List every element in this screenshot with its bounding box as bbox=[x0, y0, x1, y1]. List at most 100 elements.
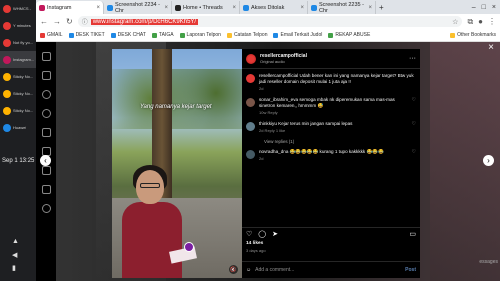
dock-item-label: Y minutes bbox=[13, 23, 31, 28]
bookmark-email-judol[interactable]: Email Terkait Judol bbox=[273, 32, 322, 38]
bookmark-desk-tiket[interactable]: DESK TIKET bbox=[68, 32, 105, 38]
maximize-icon[interactable]: □ bbox=[482, 4, 486, 11]
dock-item[interactable]: Huawei bbox=[0, 119, 36, 136]
bookmark-taiga[interactable]: TAIGA bbox=[151, 32, 174, 38]
dock-item[interactable]: Not fly yo... bbox=[0, 34, 36, 51]
browser-toolbar: ← → ↻ ⓘ www.instagram.com/p/DcH6CK9Kh5Y/… bbox=[36, 14, 500, 29]
create-icon[interactable] bbox=[41, 185, 51, 194]
avatar[interactable] bbox=[246, 53, 256, 64]
tab-screenshot-2234[interactable]: Screenshot 2234 - Chr × bbox=[104, 1, 172, 14]
search-icon[interactable] bbox=[41, 90, 51, 99]
close-icon[interactable]: × bbox=[96, 5, 100, 11]
emoji-icon[interactable]: ☺ bbox=[246, 267, 251, 273]
bookmark-desk-chat[interactable]: DESK CHAT bbox=[110, 32, 146, 38]
folder-icon bbox=[450, 32, 456, 38]
tab-threads[interactable]: Home • Threads × bbox=[172, 1, 240, 14]
post-audio[interactable]: Original audio bbox=[260, 59, 307, 64]
close-icon[interactable]: × bbox=[300, 5, 304, 11]
dock-item[interactable]: Sticky No... bbox=[0, 68, 36, 85]
profile-icon[interactable] bbox=[41, 204, 51, 213]
bookmark-gmail[interactable]: GMAIL bbox=[40, 32, 63, 38]
heart-icon[interactable]: ♡ bbox=[412, 121, 416, 134]
mute-icon[interactable]: 🔇 bbox=[229, 265, 238, 274]
bookmark-catatan-telpon[interactable]: Catatan Telpon bbox=[226, 32, 267, 38]
forward-icon[interactable]: → bbox=[53, 17, 61, 26]
comment-list: resellercampofficial Udah bener kan ini … bbox=[242, 69, 420, 166]
bookmark-rekap-abuse[interactable]: REKAP ABUSE bbox=[328, 32, 370, 38]
bookmark-star-icon[interactable]: ☆ bbox=[452, 18, 458, 26]
extensions-icon[interactable]: ⧉ bbox=[467, 17, 473, 27]
tab-label: Akses Ditolak bbox=[251, 4, 285, 11]
network-icon[interactable]: ▲ bbox=[12, 238, 19, 245]
menu-icon[interactable]: ⋮ bbox=[488, 17, 496, 26]
tab-akses-ditolak[interactable]: Akses Ditolak × bbox=[240, 1, 308, 14]
more-options-icon[interactable]: ··· bbox=[409, 55, 416, 62]
avatar[interactable] bbox=[246, 150, 255, 159]
like-icon[interactable]: ♡ bbox=[246, 230, 252, 238]
dock-item[interactable]: WHMCS - bbox=[0, 0, 36, 17]
dock-item[interactable]: Sticky No... bbox=[0, 102, 36, 119]
tab-screenshot-2235[interactable]: Screenshot 2235 - Chr × bbox=[308, 1, 376, 14]
battery-icon[interactable]: ▮ bbox=[12, 264, 16, 272]
home-icon[interactable] bbox=[41, 71, 51, 80]
instagram-icon bbox=[39, 4, 45, 11]
taiga-icon bbox=[151, 32, 157, 38]
reels-icon[interactable] bbox=[41, 128, 51, 137]
screenshot-icon bbox=[107, 4, 113, 11]
doc-icon bbox=[273, 32, 279, 38]
avatar[interactable] bbox=[246, 98, 255, 107]
reload-icon[interactable]: ↻ bbox=[66, 17, 73, 26]
tab-instagram[interactable]: Instagram × bbox=[36, 1, 104, 14]
dock-item[interactable]: Sticky No... bbox=[0, 85, 36, 102]
app-icon bbox=[3, 72, 11, 81]
address-bar[interactable]: ⓘ www.instagram.com/p/DcH6CK9Kh5Y/ ☆ bbox=[77, 16, 463, 27]
dock-item-label: Sticky No... bbox=[13, 108, 34, 113]
tab-label: Screenshot 2235 - Chr bbox=[319, 1, 364, 14]
other-bookmarks[interactable]: Other Bookmarks bbox=[450, 32, 496, 38]
post-header: resellercampofficial Original audio ··· bbox=[242, 49, 420, 69]
instagram-logo-icon[interactable] bbox=[41, 52, 51, 61]
next-post-icon[interactable]: › bbox=[483, 155, 494, 166]
close-icon[interactable]: × bbox=[232, 5, 236, 11]
back-icon[interactable]: ← bbox=[40, 17, 48, 26]
bookmark-laporan-telpon[interactable]: Laporan Telpon bbox=[179, 32, 221, 38]
save-icon[interactable]: ▭ bbox=[409, 230, 416, 238]
comment-meta: 2d Reply 1 like bbox=[259, 128, 286, 133]
reel-video[interactable]: Yang namanya kejar target 🔇 bbox=[112, 49, 242, 278]
bookmark-label: Laporan Telpon bbox=[186, 32, 221, 38]
profile-icon[interactable]: ● bbox=[478, 17, 483, 26]
post-button[interactable]: Post bbox=[405, 267, 416, 273]
minimize-icon[interactable]: – bbox=[472, 4, 476, 11]
dock-item-active[interactable]: Instagram... bbox=[0, 51, 36, 68]
comment-input[interactable]: Add a comment... bbox=[255, 267, 401, 273]
sheet-icon bbox=[179, 32, 185, 38]
heart-icon[interactable]: ♡ bbox=[412, 149, 416, 162]
new-tab-button[interactable]: + bbox=[376, 3, 387, 12]
comment-meta: 2d bbox=[259, 86, 264, 91]
explore-icon[interactable] bbox=[41, 109, 51, 118]
heart-icon[interactable]: ♡ bbox=[412, 97, 416, 116]
close-icon[interactable]: × bbox=[488, 42, 494, 53]
url-text: www.instagram.com/p/DcH6CK9Kh5Y/ bbox=[90, 18, 199, 25]
comment-icon[interactable]: ◯ bbox=[258, 230, 266, 238]
share-icon[interactable]: ➤ bbox=[272, 230, 278, 238]
comment: sonar_ibrahim_eva semoga mbak nk diperem… bbox=[246, 97, 416, 116]
site-info-icon[interactable]: ⓘ bbox=[82, 17, 88, 26]
avatar[interactable] bbox=[246, 122, 255, 131]
threads-icon bbox=[175, 4, 181, 11]
close-icon[interactable]: × bbox=[164, 5, 168, 11]
heart-icon[interactable] bbox=[41, 166, 51, 175]
bookmark-label: GMAIL bbox=[47, 32, 63, 38]
app-icon bbox=[3, 106, 11, 115]
page: × ‹ › essages Yang namanya kejar target … bbox=[36, 42, 500, 281]
close-window-icon[interactable]: × bbox=[492, 4, 496, 11]
previous-post-icon[interactable]: ‹ bbox=[40, 155, 51, 166]
avatar[interactable] bbox=[246, 74, 255, 83]
view-replies-link[interactable]: View replies (1) bbox=[246, 139, 416, 144]
dock-item[interactable]: Y minutes bbox=[0, 17, 36, 34]
foliage bbox=[112, 69, 242, 129]
volume-icon[interactable]: ◀ bbox=[12, 251, 17, 259]
dock-item-label: Instagram... bbox=[13, 57, 35, 62]
close-icon[interactable]: × bbox=[368, 5, 372, 11]
likes-count[interactable]: 14 likes bbox=[246, 241, 263, 246]
